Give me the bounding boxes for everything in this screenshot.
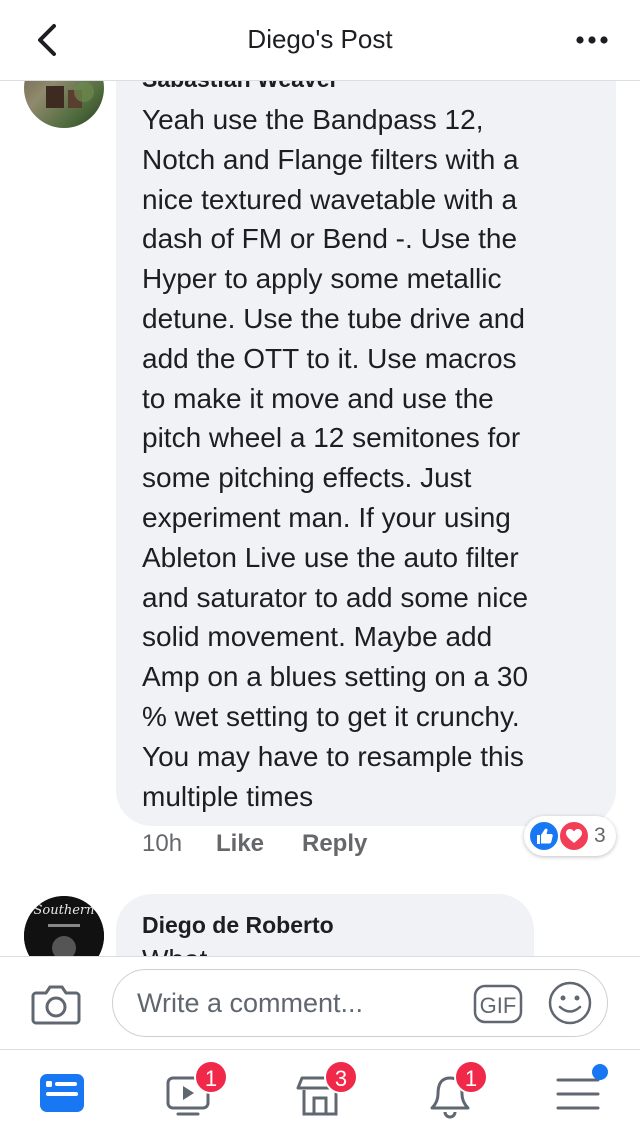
comment-composer: Write a comment... GIF xyxy=(0,956,640,1050)
reaction-count: 3 xyxy=(594,824,606,847)
marketplace-badge: 3 xyxy=(324,1060,358,1094)
profile-photo: Southern xyxy=(24,896,104,956)
comment-author[interactable]: Sabastian Weaver xyxy=(142,80,338,93)
comment-input[interactable]: Write a comment... GIF xyxy=(112,969,608,1037)
smiley-icon xyxy=(548,981,592,1025)
watch-badge: 1 xyxy=(194,1060,228,1094)
tab-news-feed[interactable] xyxy=(32,1064,92,1122)
more-options-button[interactable] xyxy=(572,22,612,58)
camera-button[interactable] xyxy=(30,979,82,1027)
gif-button[interactable]: GIF xyxy=(473,984,523,1024)
menu-indicator-dot xyxy=(592,1064,608,1080)
profile-photo xyxy=(46,82,94,108)
feed-icon xyxy=(40,1074,84,1112)
tab-watch[interactable]: 1 xyxy=(158,1060,228,1122)
tab-notifications[interactable]: 1 xyxy=(420,1060,488,1122)
bottom-tab-bar: 1 3 1 xyxy=(0,1050,640,1136)
avatar[interactable]: Southern xyxy=(24,896,104,956)
gif-icon: GIF xyxy=(473,984,523,1024)
like-reaction-icon xyxy=(528,820,560,852)
comment-text: Yeah use the Bandpass 12, Notch and Flan… xyxy=(142,104,529,812)
avatar-logo-text: Southern xyxy=(34,903,95,918)
top-bar: Diego's Post xyxy=(0,0,640,81)
tab-menu[interactable] xyxy=(548,1064,608,1122)
emoji-button[interactable] xyxy=(547,980,593,1026)
camera-icon xyxy=(31,985,81,1025)
comment-text: What ... xyxy=(142,944,238,956)
gif-label: GIF xyxy=(480,993,517,1018)
more-horizontal-icon xyxy=(576,36,608,44)
comment-author[interactable]: Diego de Roberto xyxy=(142,912,334,939)
tab-marketplace[interactable]: 3 xyxy=(290,1060,358,1122)
like-button[interactable]: Like xyxy=(216,830,264,858)
comment-bubble: Diego de Roberto What ... xyxy=(116,894,534,956)
comment-timestamp: 10h xyxy=(142,830,183,857)
reactions-summary[interactable]: 3 xyxy=(524,816,616,856)
page-title: Diego's Post xyxy=(247,24,393,54)
avatar[interactable] xyxy=(24,80,104,128)
notifications-badge: 1 xyxy=(454,1060,488,1094)
comments-list: Sabastian Weaver Yeah use the Bandpass 1… xyxy=(0,80,640,956)
reply-button[interactable]: Reply xyxy=(302,830,367,858)
love-reaction-icon xyxy=(558,820,590,852)
comment-bubble: Sabastian Weaver Yeah use the Bandpass 1… xyxy=(116,80,616,826)
comment-placeholder: Write a comment... xyxy=(137,988,364,1018)
